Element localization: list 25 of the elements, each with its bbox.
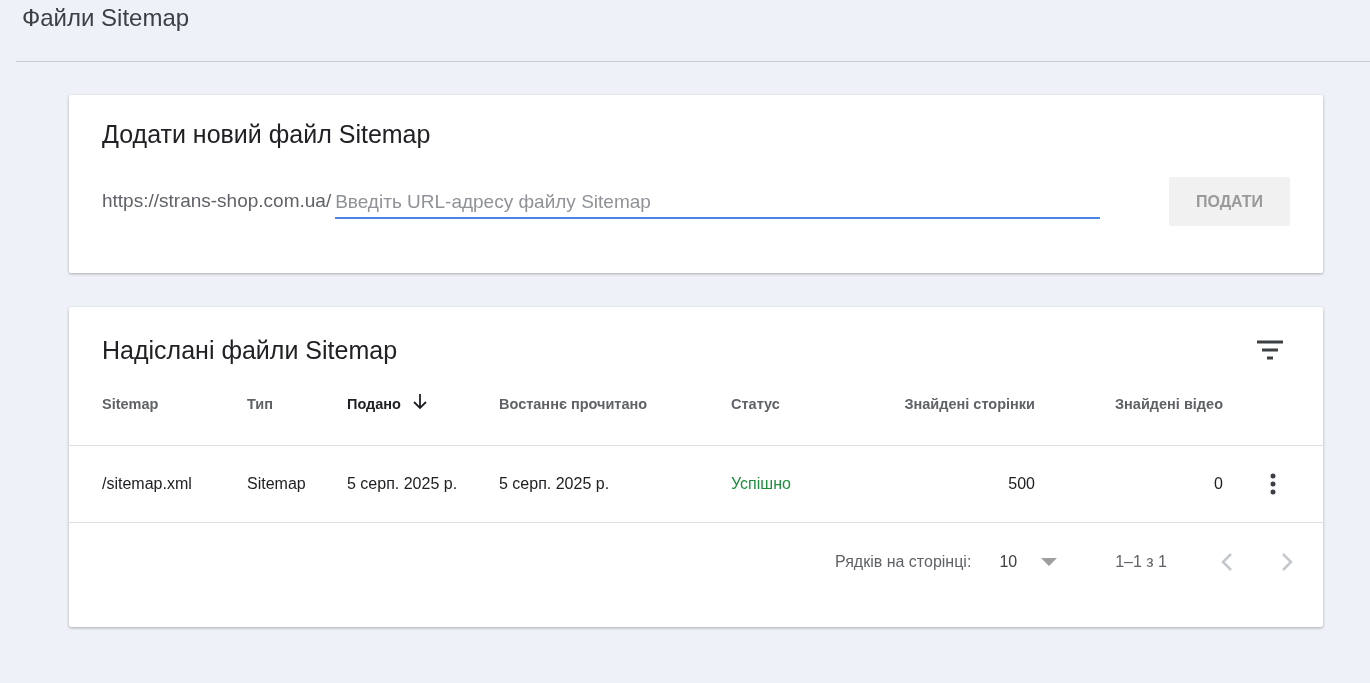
table-cell: 0 bbox=[1214, 474, 1223, 492]
rows-per-page-select[interactable]: 10 bbox=[999, 549, 1058, 574]
url-prefix: https://strans-shop.com.ua/ bbox=[102, 189, 332, 214]
dropdown-caret-icon bbox=[1041, 557, 1058, 566]
table-cell: /sitemap.xml bbox=[102, 474, 192, 492]
table-cell: 5 серп. 2025 р. bbox=[499, 474, 610, 492]
column-header[interactable]: Тип bbox=[247, 395, 273, 412]
column-header[interactable]: Подано bbox=[347, 395, 401, 412]
card-title: Надіслані файли Sitemap bbox=[102, 335, 398, 365]
page-title: Файли Sitemap bbox=[21, 3, 191, 33]
status-text: Успішно bbox=[731, 474, 791, 492]
rows-per-page-label: Рядків на сторінці: bbox=[835, 551, 972, 572]
table-cell: Sitemap bbox=[247, 474, 306, 492]
column-header[interactable]: Sitemap bbox=[102, 395, 159, 412]
column-header[interactable]: Статус bbox=[731, 395, 780, 412]
table-cell: 500 bbox=[1008, 474, 1035, 492]
page-range: 1–1 з 1 bbox=[1115, 551, 1167, 572]
table-cell: 5 серп. 2025 р. bbox=[347, 474, 458, 492]
card-title: Додати новий файл Sitemap bbox=[102, 119, 432, 149]
column-header[interactable]: Знайдені сторінки bbox=[904, 395, 1035, 412]
filter-icon[interactable] bbox=[1257, 340, 1283, 360]
sort-arrow-icon[interactable] bbox=[413, 393, 427, 410]
more-options-icon[interactable] bbox=[1270, 473, 1276, 496]
column-header[interactable]: Востаннє прочитано bbox=[499, 395, 648, 412]
column-header[interactable]: Знайдені відео bbox=[1115, 395, 1223, 412]
